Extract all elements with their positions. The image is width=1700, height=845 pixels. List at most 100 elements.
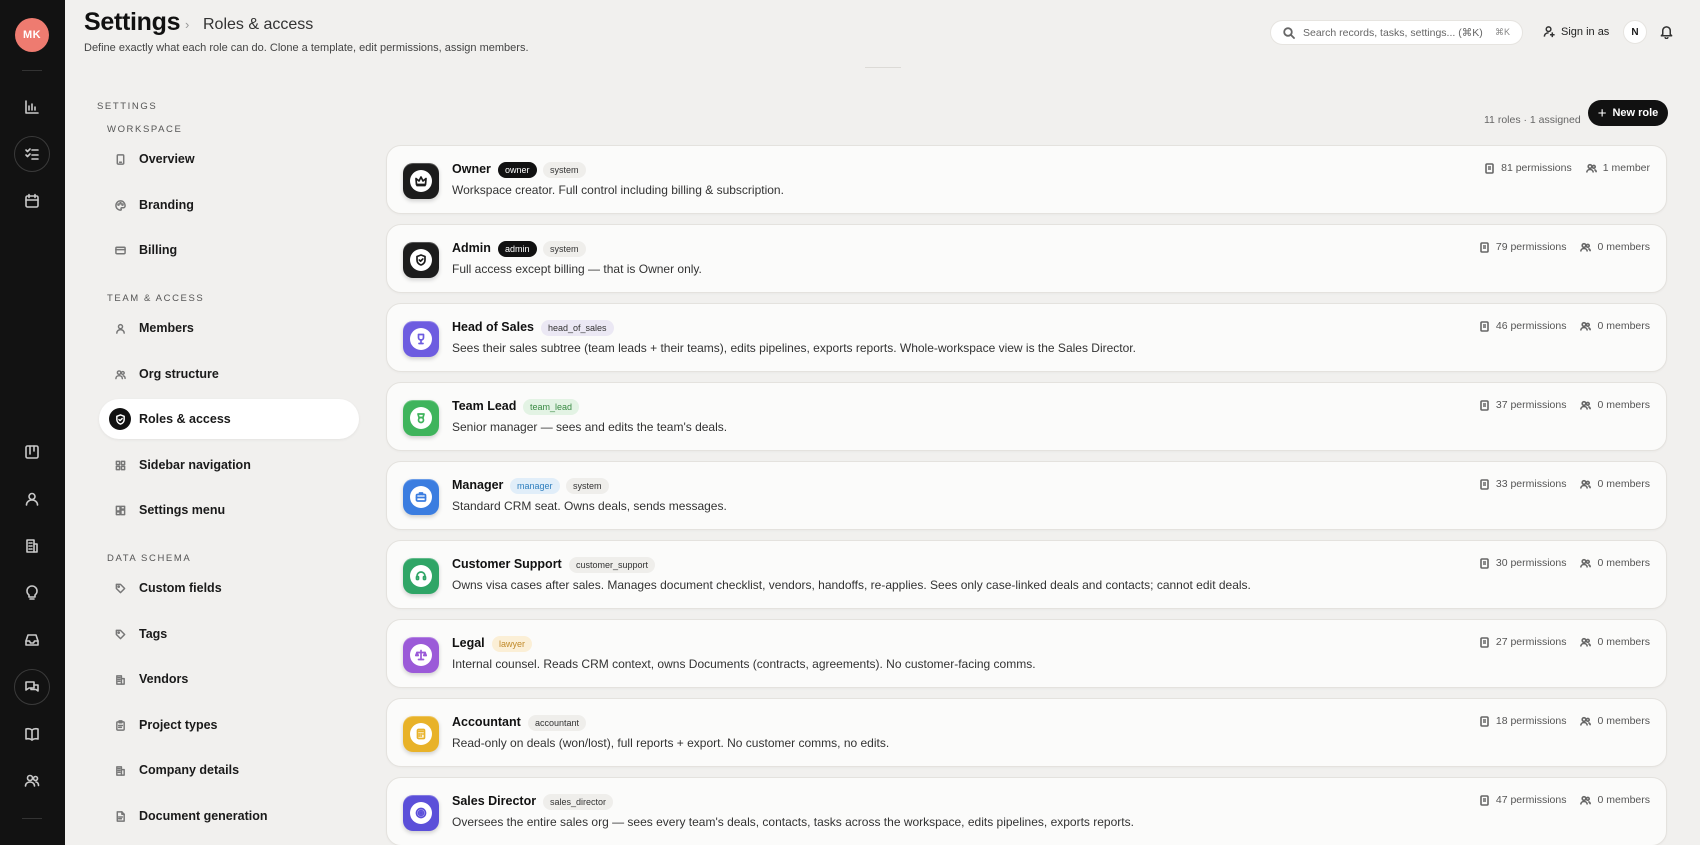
nav-item-label: Branding: [139, 198, 194, 212]
role-card-head-of-sales[interactable]: Head of Sales head_of_sales Sees their sal…: [386, 303, 1667, 372]
kanban-icon[interactable]: [14, 434, 50, 470]
nav-item-company-details[interactable]: Company details: [99, 750, 359, 790]
document-icon: [1480, 557, 1489, 569]
nav-item-project-types[interactable]: Project types: [99, 705, 359, 745]
permissions-label: 46 permissions: [1495, 320, 1567, 332]
permissions-count: 79 permissions: [1479, 241, 1566, 253]
role-card-legal[interactable]: Legal lawyer Internal counsel. Reads CRM c…: [386, 619, 1667, 688]
role-description: Senior manager — sees and edits the team…: [452, 420, 728, 434]
nav-item-branding[interactable]: Branding: [99, 185, 359, 225]
nav-item-tags[interactable]: Tags: [99, 614, 359, 654]
permissions-label: 33 permissions: [1495, 478, 1567, 490]
notifications-button[interactable]: [1659, 24, 1675, 40]
nav-section-title: DATA SCHEMA: [107, 553, 192, 564]
tasks-icon[interactable]: [14, 136, 50, 172]
members-label: 0 members: [1597, 557, 1650, 569]
nav-item-custom-fields[interactable]: Custom fields: [99, 568, 359, 608]
members-count: 0 members: [1580, 478, 1650, 490]
role-tag: system: [566, 478, 609, 494]
nav-item-members[interactable]: Members: [99, 308, 359, 348]
building-icon[interactable]: [14, 528, 50, 564]
document-icon: [1485, 162, 1494, 174]
role-meta: 30 permissions 0 members: [1479, 557, 1650, 569]
members-label: 1 member: [1602, 162, 1650, 174]
role-tag: system: [543, 241, 586, 257]
document-icon: [1480, 399, 1489, 411]
role-card-manager[interactable]: Manager manager system Standard CRM seat. O…: [386, 461, 1667, 530]
user-switch-avatar[interactable]: N: [1623, 20, 1647, 44]
nav-item-label: Overview: [139, 152, 195, 166]
members-count: 0 members: [1580, 241, 1650, 253]
role-card-sales-director[interactable]: Sales Director sales_director Oversees the…: [386, 777, 1667, 845]
team-icon[interactable]: [14, 763, 50, 799]
nav-item-sidebar-navigation[interactable]: Sidebar navigation: [99, 445, 359, 485]
role-card-admin[interactable]: Admin admin system Full access except billi…: [386, 224, 1667, 293]
members-count: 0 members: [1580, 399, 1650, 411]
nav-item-billing[interactable]: Billing: [99, 230, 359, 270]
role-tag: lawyer: [492, 636, 533, 652]
role-card-accountant[interactable]: Accountant accountant Read-only on deals (…: [386, 698, 1667, 767]
nav-item-overview[interactable]: Overview: [99, 139, 359, 179]
sign-in-as-button[interactable]: Sign in as: [1543, 25, 1609, 38]
calendar-icon[interactable]: [14, 183, 50, 219]
breadcrumb-separator: ›: [185, 17, 190, 32]
role-name: Legal: [452, 636, 485, 650]
users-icon: [1580, 400, 1592, 410]
book-icon[interactable]: [14, 716, 50, 752]
building-icon: [109, 759, 131, 781]
avatar[interactable]: MK: [15, 18, 49, 52]
users-icon: [109, 363, 131, 385]
nav-item-label: Sidebar navigation: [139, 458, 251, 472]
role-name: Sales Director: [452, 794, 537, 808]
nav-item-label: Members: [139, 321, 194, 335]
nav-item-settings-menu[interactable]: Settings menu: [99, 490, 359, 530]
search-icon: [1283, 26, 1295, 39]
settings-nav-caption: SETTINGS: [97, 101, 158, 112]
role-card-owner[interactable]: Owner owner system Workspace creator. Full …: [386, 145, 1667, 214]
user-icon[interactable]: [14, 481, 50, 517]
permissions-count: 81 permissions: [1484, 162, 1572, 174]
nav-item-org-structure[interactable]: Org structure: [99, 354, 359, 394]
document-icon: [109, 805, 131, 827]
inbox-icon[interactable]: [14, 622, 50, 658]
user-switch-icon: [1543, 26, 1555, 38]
role-tag: accountant: [528, 715, 587, 731]
badge-icon: [403, 400, 439, 436]
analytics-icon[interactable]: [14, 89, 50, 125]
users-icon: [1580, 716, 1592, 726]
nav-item-document-generation[interactable]: Document generation: [99, 796, 359, 836]
members-label: 0 members: [1597, 478, 1650, 490]
permissions-count: 18 permissions: [1479, 715, 1566, 727]
lightbulb-icon[interactable]: [14, 575, 50, 611]
nav-item-label: Custom fields: [139, 581, 222, 595]
sign-in-as-label: Sign in as: [1561, 25, 1610, 38]
tag-icon: [109, 623, 131, 645]
new-role-button[interactable]: + New role: [1588, 100, 1668, 126]
role-card-customer-support[interactable]: Customer Support customer_support Owns vis…: [386, 540, 1667, 609]
permissions-label: 27 permissions: [1495, 636, 1567, 648]
layout-icon: [109, 499, 131, 521]
role-description: Standard CRM seat. Owns deals, sends mes…: [452, 499, 727, 513]
chat-icon[interactable]: [14, 669, 50, 705]
document-icon: [1480, 320, 1489, 332]
document-icon: [1480, 715, 1489, 727]
members-label: 0 members: [1597, 715, 1650, 727]
users-icon: [1580, 242, 1592, 252]
nav-item-vendors[interactable]: Vendors: [99, 659, 359, 699]
nav-item-label: Org structure: [139, 367, 219, 381]
nav-item-label: Settings menu: [139, 503, 226, 517]
role-tag: owner: [498, 162, 537, 178]
role-description: Oversees the entire sales org — sees eve…: [452, 815, 1134, 829]
users-icon: [1580, 795, 1592, 805]
document-icon: [1480, 478, 1489, 490]
role-meta: 81 permissions 1 member: [1484, 162, 1650, 174]
nav-item-label: Company details: [139, 763, 240, 777]
role-description: Owns visa cases after sales. Manages doc…: [452, 578, 1251, 592]
nav-item-roles-access[interactable]: Roles & access: [99, 399, 359, 439]
tag-icon: [109, 577, 131, 599]
bell-icon: [1660, 26, 1673, 40]
search-input[interactable]: Search records, tasks, settings... (⌘K) …: [1270, 20, 1523, 45]
role-card-team-lead[interactable]: Team Lead team_lead Senior manager — sees …: [386, 382, 1667, 451]
target-icon: [403, 795, 439, 831]
divider: [865, 67, 901, 68]
